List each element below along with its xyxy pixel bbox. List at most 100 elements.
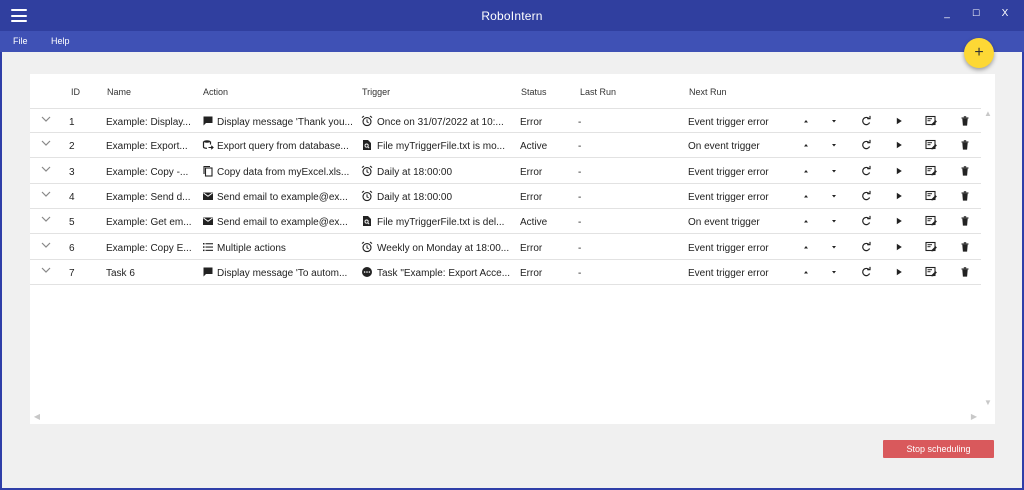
cell-next-run: Event trigger error [688, 166, 769, 178]
file-search-icon [361, 139, 373, 151]
expand-row-chevron-icon[interactable] [40, 113, 52, 125]
cell-id: 2 [69, 141, 75, 153]
horizontal-scrollbar[interactable]: ◀ ▶ [30, 410, 981, 424]
column-header-name[interactable]: Name [107, 87, 131, 97]
scroll-left-icon[interactable]: ◀ [32, 412, 42, 422]
run-task-play-icon[interactable] [893, 139, 905, 151]
move-down-icon[interactable] [828, 241, 840, 253]
scroll-down-icon[interactable]: ▼ [983, 398, 993, 408]
cell-id: 4 [69, 191, 75, 203]
cell-last-run: - [578, 141, 582, 153]
expand-row-chevron-icon[interactable] [40, 239, 52, 251]
close-button[interactable]: X [998, 8, 1012, 19]
refresh-icon[interactable] [860, 139, 872, 151]
maximize-button[interactable]: ☐ [969, 8, 983, 19]
table-row[interactable]: 1 Example: Display... Display message 'Tha… [30, 108, 981, 133]
run-task-play-icon[interactable] [893, 115, 905, 127]
edit-task-icon[interactable] [925, 139, 937, 151]
edit-task-icon[interactable] [925, 266, 937, 278]
cell-name: Example: Send d... [106, 191, 191, 203]
column-header-status[interactable]: Status [521, 87, 547, 97]
refresh-icon[interactable] [860, 115, 872, 127]
run-task-play-icon[interactable] [893, 165, 905, 177]
menu-file[interactable]: File [13, 36, 28, 46]
expand-row-chevron-icon[interactable] [40, 264, 52, 276]
table-row[interactable]: 3 Example: Copy -... Copy data from myExce… [30, 159, 981, 184]
move-down-icon[interactable] [828, 266, 840, 278]
column-header-last-run[interactable]: Last Run [580, 87, 616, 97]
run-task-play-icon[interactable] [893, 215, 905, 227]
column-header-action[interactable]: Action [203, 87, 228, 97]
move-down-icon[interactable] [828, 165, 840, 177]
delete-task-icon[interactable] [959, 115, 971, 127]
cell-last-run: - [578, 166, 582, 178]
refresh-icon[interactable] [860, 215, 872, 227]
move-up-icon[interactable] [800, 139, 812, 151]
add-task-button[interactable]: + [964, 38, 994, 68]
expand-row-chevron-icon[interactable] [40, 137, 52, 149]
column-header-trigger[interactable]: Trigger [362, 87, 390, 97]
message-icon [202, 266, 214, 278]
refresh-icon[interactable] [860, 241, 872, 253]
edit-task-icon[interactable] [925, 165, 937, 177]
delete-task-icon[interactable] [959, 139, 971, 151]
vertical-scrollbar[interactable]: ▲ ▼ [981, 107, 995, 410]
move-down-icon[interactable] [828, 190, 840, 202]
delete-task-icon[interactable] [959, 241, 971, 253]
expand-row-chevron-icon[interactable] [40, 213, 52, 225]
cell-trigger: Daily at 18:00:00 [377, 191, 453, 203]
cell-action: Display message 'To autom... [217, 267, 348, 279]
move-down-icon[interactable] [828, 139, 840, 151]
cell-next-run: On event trigger [688, 217, 760, 229]
delete-task-icon[interactable] [959, 190, 971, 202]
cell-action: Display message 'Thank you... [217, 117, 353, 128]
menu-help[interactable]: Help [51, 36, 70, 46]
scroll-up-icon[interactable]: ▲ [983, 109, 993, 119]
move-up-icon[interactable] [800, 215, 812, 227]
column-header-next-run[interactable]: Next Run [689, 87, 727, 97]
stop-scheduling-button[interactable]: Stop scheduling [883, 440, 994, 458]
delete-task-icon[interactable] [959, 165, 971, 177]
alarm-clock-icon [361, 115, 373, 127]
delete-task-icon[interactable] [959, 215, 971, 227]
run-task-play-icon[interactable] [893, 190, 905, 202]
refresh-icon[interactable] [860, 165, 872, 177]
edit-task-icon[interactable] [925, 190, 937, 202]
edit-task-icon[interactable] [925, 241, 937, 253]
expand-row-chevron-icon[interactable] [40, 188, 52, 200]
refresh-icon[interactable] [860, 190, 872, 202]
move-down-icon[interactable] [828, 115, 840, 127]
window-title: RoboIntern [481, 9, 543, 23]
move-up-icon[interactable] [800, 115, 812, 127]
cell-last-run: - [578, 242, 582, 254]
cell-trigger: Once on 31/07/2022 at 10:... [377, 117, 504, 128]
cell-next-run: Event trigger error [688, 242, 769, 254]
move-down-icon[interactable] [828, 215, 840, 227]
cell-trigger: File myTriggerFile.txt is del... [377, 217, 505, 229]
column-header-id[interactable]: ID [71, 87, 80, 97]
delete-task-icon[interactable] [959, 266, 971, 278]
move-up-icon[interactable] [800, 266, 812, 278]
edit-task-icon[interactable] [925, 215, 937, 227]
email-icon [202, 215, 214, 227]
cell-id: 6 [69, 242, 75, 254]
table-row[interactable]: 2 Example: Export... Export query from dat… [30, 133, 981, 159]
table-row[interactable]: 4 Example: Send d... Send email to example… [30, 184, 981, 209]
file-search-icon [361, 215, 373, 227]
cell-status: Error [520, 191, 543, 203]
minimize-button[interactable]: _ [940, 8, 954, 19]
cell-id: 7 [69, 267, 75, 279]
run-task-play-icon[interactable] [893, 266, 905, 278]
move-up-icon[interactable] [800, 241, 812, 253]
run-task-play-icon[interactable] [893, 241, 905, 253]
scroll-right-icon[interactable]: ▶ [969, 412, 979, 422]
expand-row-chevron-icon[interactable] [40, 163, 52, 175]
table-row[interactable]: 5 Example: Get em... Send email to example… [30, 209, 981, 235]
edit-task-icon[interactable] [925, 115, 937, 127]
table-row[interactable]: 7 Task 6 Display message 'To autom... Task … [30, 260, 981, 285]
table-row[interactable]: 6 Example: Copy E... Multiple actions Weekl… [30, 235, 981, 260]
cell-last-run: - [578, 217, 582, 229]
refresh-icon[interactable] [860, 266, 872, 278]
move-up-icon[interactable] [800, 190, 812, 202]
move-up-icon[interactable] [800, 165, 812, 177]
